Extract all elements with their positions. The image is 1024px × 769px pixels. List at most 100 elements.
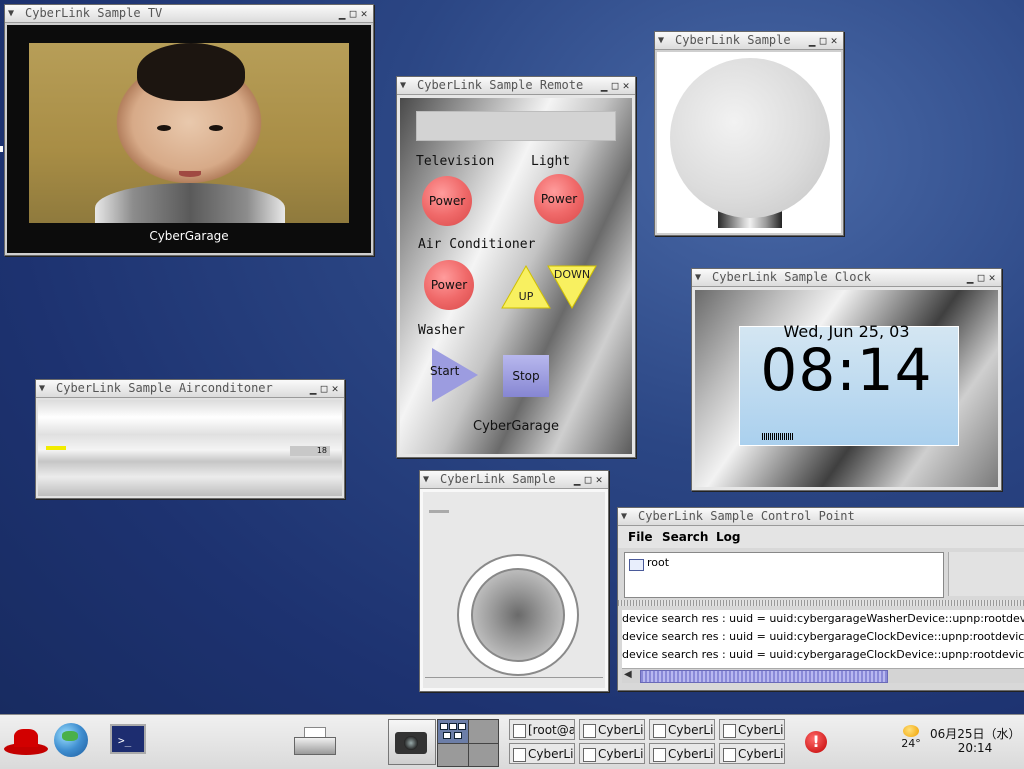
task-button[interactable]: CyberLi (719, 719, 785, 740)
terminal-icon[interactable]: >_ (110, 724, 148, 758)
clock-face: Wed, Jun 25, 03 08:14 (692, 287, 1001, 490)
aircon-power-button[interactable]: Power (424, 260, 474, 310)
web-browser-icon[interactable] (54, 723, 94, 761)
menu-file[interactable]: File (628, 530, 653, 544)
split-divider[interactable] (618, 600, 1024, 606)
weather-applet[interactable]: 24° (896, 725, 926, 750)
alert-icon[interactable]: ! (805, 731, 827, 753)
maximize-icon[interactable]: □ (977, 269, 988, 286)
light-label: Light (531, 154, 571, 169)
clock-barcode (762, 433, 794, 440)
window-icon (653, 724, 666, 738)
light-power-button[interactable]: Power (534, 174, 584, 224)
chevron-down-icon[interactable]: ▼ (695, 269, 707, 286)
weather-icon (903, 725, 919, 737)
task-button[interactable]: [root@a (509, 719, 575, 740)
clock-title: CyberLink Sample Clock (712, 270, 871, 284)
log-line: device search res : uuid = uuid:cybergar… (622, 630, 1024, 643)
taskbar-clock[interactable]: 06月25日（水） 20:14 (930, 727, 1021, 755)
washer-door (457, 554, 579, 676)
washer-titlebar[interactable]: ▼ CyberLink Sample ▁□✕ (420, 471, 608, 489)
chevron-down-icon[interactable]: ▼ (423, 471, 435, 488)
tv-titlebar[interactable]: ▼ CyberLink Sample TV ▁□✕ (5, 5, 373, 23)
close-icon[interactable]: ✕ (830, 32, 841, 49)
washer-title: CyberLink Sample (440, 472, 556, 486)
workspace-4[interactable] (468, 743, 498, 766)
washer-window[interactable]: ▼ CyberLink Sample ▁□✕ (419, 470, 609, 692)
washer-control-slot (429, 510, 449, 513)
printer-icon[interactable] (294, 725, 336, 759)
menu-search[interactable]: Search (662, 530, 708, 544)
close-icon[interactable]: ✕ (331, 380, 342, 397)
tv-window[interactable]: ▼ CyberLink Sample TV ▁□✕ CyberGarage (4, 4, 374, 256)
screenshot-button[interactable] (388, 719, 436, 765)
clock-window[interactable]: ▼ CyberLink Sample Clock ▁□✕ Wed, Jun 25… (691, 268, 1002, 491)
task-button[interactable]: CyberLi (719, 743, 785, 764)
aircon-titlebar[interactable]: ▼ CyberLink Sample Airconditoner ▁□✕ (36, 380, 344, 398)
menu-log[interactable]: Log (716, 530, 740, 544)
log-panel[interactable]: device search res : uuid = uuid:cybergar… (622, 610, 1024, 668)
minimize-icon[interactable]: ▁ (309, 380, 320, 397)
aircon-temperature: 18 (290, 446, 330, 456)
task-button[interactable]: CyberLi (649, 719, 715, 740)
tree-root-item[interactable]: root (647, 556, 669, 569)
redhat-menu-icon[interactable] (4, 727, 48, 757)
stop-button[interactable]: Stop (503, 355, 549, 397)
task-button[interactable]: CyberLi (649, 743, 715, 764)
up-button[interactable] (500, 264, 552, 310)
workspace-1[interactable] (438, 720, 468, 743)
washer-base (425, 677, 603, 686)
remote-window[interactable]: ▼ CyberLink Sample Remote ▁□✕ Television… (396, 76, 636, 458)
maximize-icon[interactable]: □ (320, 380, 331, 397)
window-icon (513, 748, 526, 762)
close-icon[interactable]: ✕ (595, 471, 606, 488)
menubar: File Search Log (618, 526, 1024, 548)
window-icon (653, 748, 666, 762)
scroll-left-icon[interactable]: ◀ (624, 669, 632, 680)
task-button[interactable]: CyberLi (579, 743, 645, 764)
tv-power-button[interactable]: Power (422, 176, 472, 226)
chevron-down-icon[interactable]: ▼ (621, 508, 633, 525)
minimize-icon[interactable]: ▁ (600, 77, 611, 94)
clock-titlebar[interactable]: ▼ CyberLink Sample Clock ▁□✕ (692, 269, 1001, 287)
chevron-down-icon[interactable]: ▼ (8, 5, 20, 22)
workspace-pager[interactable] (437, 719, 499, 767)
tv-picture-left-eye (157, 125, 171, 131)
task-button[interactable]: CyberLi (509, 743, 575, 764)
workspace-2[interactable] (468, 720, 498, 743)
light-window[interactable]: ▼ CyberLink Sample ▁□✕ (654, 31, 844, 236)
horizontal-scrollbar[interactable]: ◀ (622, 668, 1024, 683)
light-titlebar[interactable]: ▼ CyberLink Sample ▁□✕ (655, 32, 843, 50)
window-icon (723, 724, 736, 738)
chevron-down-icon[interactable]: ▼ (658, 32, 670, 49)
chevron-down-icon[interactable]: ▼ (400, 77, 412, 94)
task-button[interactable]: CyberLi (579, 719, 645, 740)
close-icon[interactable]: ✕ (622, 77, 633, 94)
workspace-3[interactable] (438, 743, 468, 766)
aircon-window[interactable]: ▼ CyberLink Sample Airconditoner ▁□✕ 18 (35, 379, 345, 499)
clock-time: 08:14 (760, 336, 933, 404)
maximize-icon[interactable]: □ (349, 5, 360, 22)
minimize-icon[interactable]: ▁ (338, 5, 349, 22)
chevron-down-icon[interactable]: ▼ (39, 380, 51, 397)
device-tree[interactable]: root (624, 552, 944, 598)
aircon-label: Air Conditioner (418, 237, 536, 252)
control-point-titlebar[interactable]: ▼ CyberLink Sample Control Point (618, 508, 1024, 526)
minimize-icon[interactable]: ▁ (808, 32, 819, 49)
control-point-window[interactable]: ▼ CyberLink Sample Control Point File Se… (617, 507, 1024, 691)
tv-title: CyberLink Sample TV (25, 6, 163, 20)
detail-pane (948, 552, 1024, 596)
washer-drum (471, 568, 565, 662)
minimize-icon[interactable]: ▁ (573, 471, 584, 488)
maximize-icon[interactable]: □ (819, 32, 830, 49)
minimize-icon[interactable]: ▁ (966, 269, 977, 286)
maximize-icon[interactable]: □ (611, 77, 622, 94)
washer-label: Washer (418, 323, 465, 338)
remote-titlebar[interactable]: ▼ CyberLink Sample Remote ▁□✕ (397, 77, 635, 95)
remote-brand: CyberGarage (473, 419, 559, 434)
close-icon[interactable]: ✕ (988, 269, 999, 286)
scroll-thumb[interactable] (640, 670, 888, 683)
maximize-icon[interactable]: □ (584, 471, 595, 488)
close-icon[interactable]: ✕ (360, 5, 371, 22)
taskbar-time: 20:14 (957, 741, 993, 755)
